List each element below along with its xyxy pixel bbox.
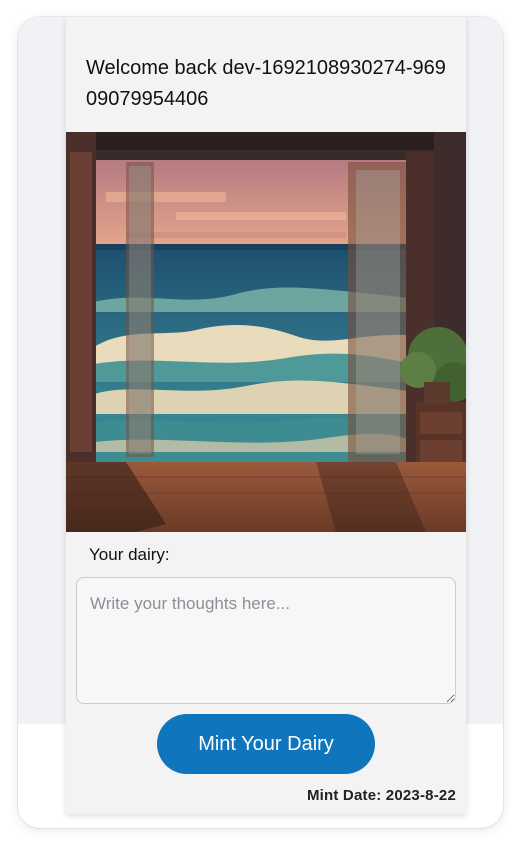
hero-image bbox=[66, 132, 466, 532]
diary-card: Welcome back dev-1692108930274-969090799… bbox=[66, 17, 466, 814]
diary-textarea[interactable] bbox=[76, 577, 456, 704]
mint-date: Mint Date: 2023-8-22 bbox=[306, 787, 456, 804]
app-window: Welcome back dev-1692108930274-969090799… bbox=[18, 17, 503, 828]
ocean-doorway-illustration bbox=[66, 132, 466, 532]
welcome-message: Welcome back dev-1692108930274-969090799… bbox=[86, 57, 446, 110]
mint-diary-button[interactable]: Mint Your Dairy bbox=[157, 714, 375, 774]
diary-label: Your dairy: bbox=[89, 545, 170, 564]
